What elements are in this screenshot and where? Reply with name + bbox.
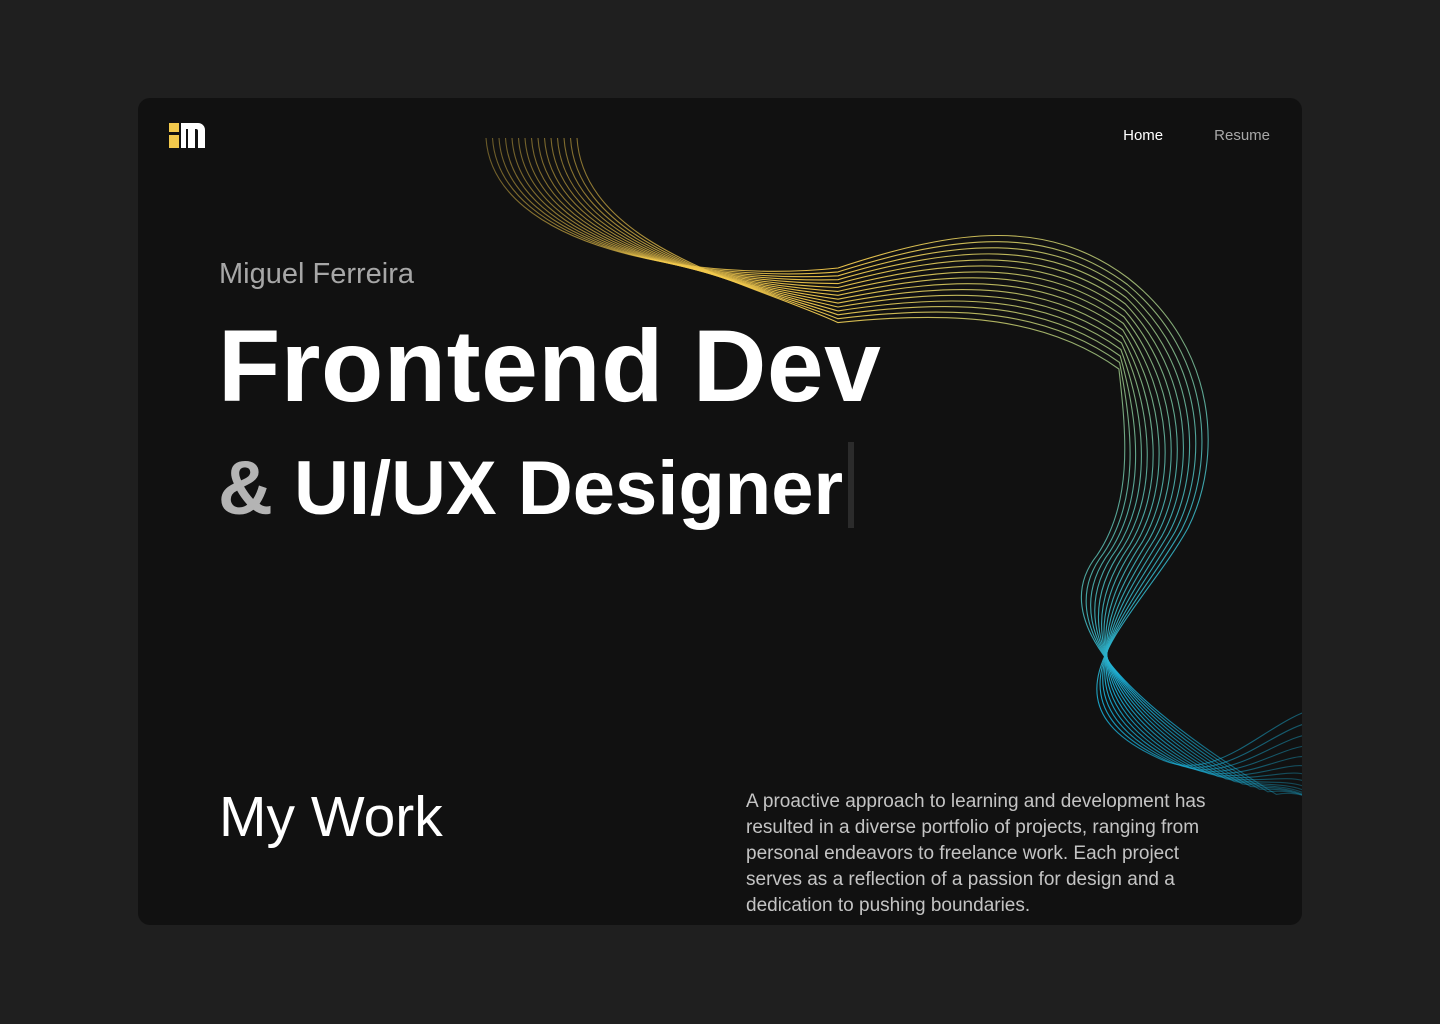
my-work-heading: My Work [219,785,443,849]
hero-subtitle: & UI/UX Designer [218,442,855,531]
my-work-description: A proactive approach to learning and dev… [746,791,1206,916]
typing-cursor [848,442,855,528]
nav-resume-link[interactable]: Resume [1214,127,1270,144]
hero-subtitle-ampersand: & [218,446,273,531]
hero-card: Home Resume Miguel Ferreira Frontend Dev… [138,98,1302,925]
hero-title: Frontend Dev [218,309,882,423]
top-nav: Home Resume [1123,127,1270,144]
m-logo-icon[interactable] [169,123,205,148]
hero-name: Miguel Ferreira [219,258,414,290]
hero-subtitle-text: UI/UX Designer [294,446,844,531]
nav-home-link[interactable]: Home [1123,127,1163,144]
